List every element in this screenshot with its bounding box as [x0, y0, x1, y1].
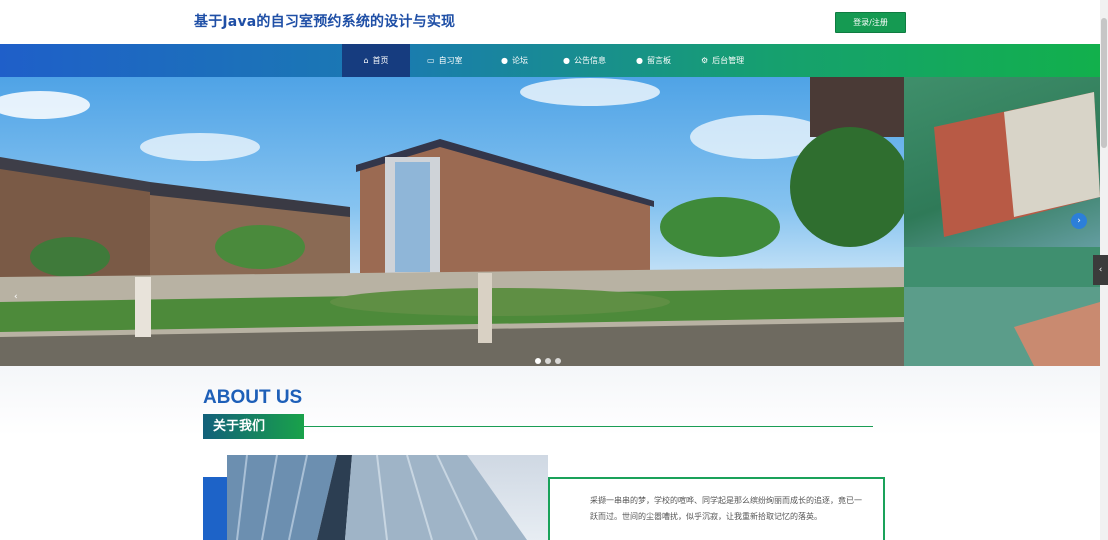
- nav-item-message-board[interactable]: ● 留言板: [636, 44, 671, 77]
- banner-slide-campus-building[interactable]: [0, 77, 904, 366]
- carousel-prev-arrow[interactable]: ‹: [14, 292, 18, 302]
- carousel-dot-3[interactable]: [555, 358, 561, 364]
- page: 基于Java的自习室预约系统的设计与实现 登录/注册 ⌂ 首页 ▭ 自习室 ● 论坛 …: [0, 0, 1108, 540]
- nav-item-home[interactable]: ⌂ 首页: [342, 44, 410, 77]
- site-title: 基于Java的自习室预约系统的设计与实现: [194, 14, 456, 30]
- about-paragraph: 采撷一串串的梦，学校的喧哗、同学起是那么缤纷绚丽而成长的追逐，竟已一跃而过。世间…: [590, 496, 862, 521]
- banner-carousel[interactable]: ‹: [0, 77, 1100, 366]
- bag-icon: ▭: [427, 56, 435, 65]
- home-icon: ⌂: [363, 56, 369, 65]
- glass-building-image: [227, 455, 527, 540]
- campus-building-image: [0, 77, 904, 366]
- nav-item-study-room[interactable]: ▭ 自习室: [427, 44, 463, 77]
- about-accent-bar: [203, 477, 227, 540]
- scrollbar-thumb[interactable]: [1101, 18, 1107, 148]
- settings-icon: ⚙: [701, 56, 709, 65]
- main-nav: ⌂ 首页 ▭ 自习室 ● 论坛 ● 公告信息 ● 留言板 ⚙ 后台管理: [0, 44, 1100, 77]
- circle-icon: ●: [501, 56, 508, 65]
- carousel-indicators: [535, 349, 565, 364]
- about-text-box: 采撷一串串的梦，学校的喧哗、同学起是那么缤纷绚丽而成长的追逐，竟已一跃而过。世间…: [548, 477, 885, 540]
- about-heading-en: ABOUT US: [203, 387, 303, 408]
- site-header: 基于Java的自习室预约系统的设计与实现 登录/注册: [0, 0, 1100, 44]
- login-register-button[interactable]: 登录/注册: [835, 12, 906, 33]
- carousel-dot-2[interactable]: [545, 358, 551, 364]
- about-building-photo: [227, 455, 548, 540]
- about-divider: [304, 426, 873, 427]
- circle-icon: ●: [636, 56, 643, 65]
- nav-item-admin[interactable]: ⚙ 后台管理: [701, 44, 744, 77]
- nav-item-forum[interactable]: ● 论坛: [501, 44, 528, 77]
- nav-item-announcements[interactable]: ● 公告信息: [563, 44, 606, 77]
- carousel-dot-1[interactable]: [535, 358, 541, 364]
- circle-icon: ●: [563, 56, 570, 65]
- side-collapse-tab[interactable]: ‹: [1093, 255, 1108, 285]
- carousel-next-button[interactable]: ›: [1071, 213, 1087, 229]
- about-heading-cn: 关于我们: [203, 414, 304, 439]
